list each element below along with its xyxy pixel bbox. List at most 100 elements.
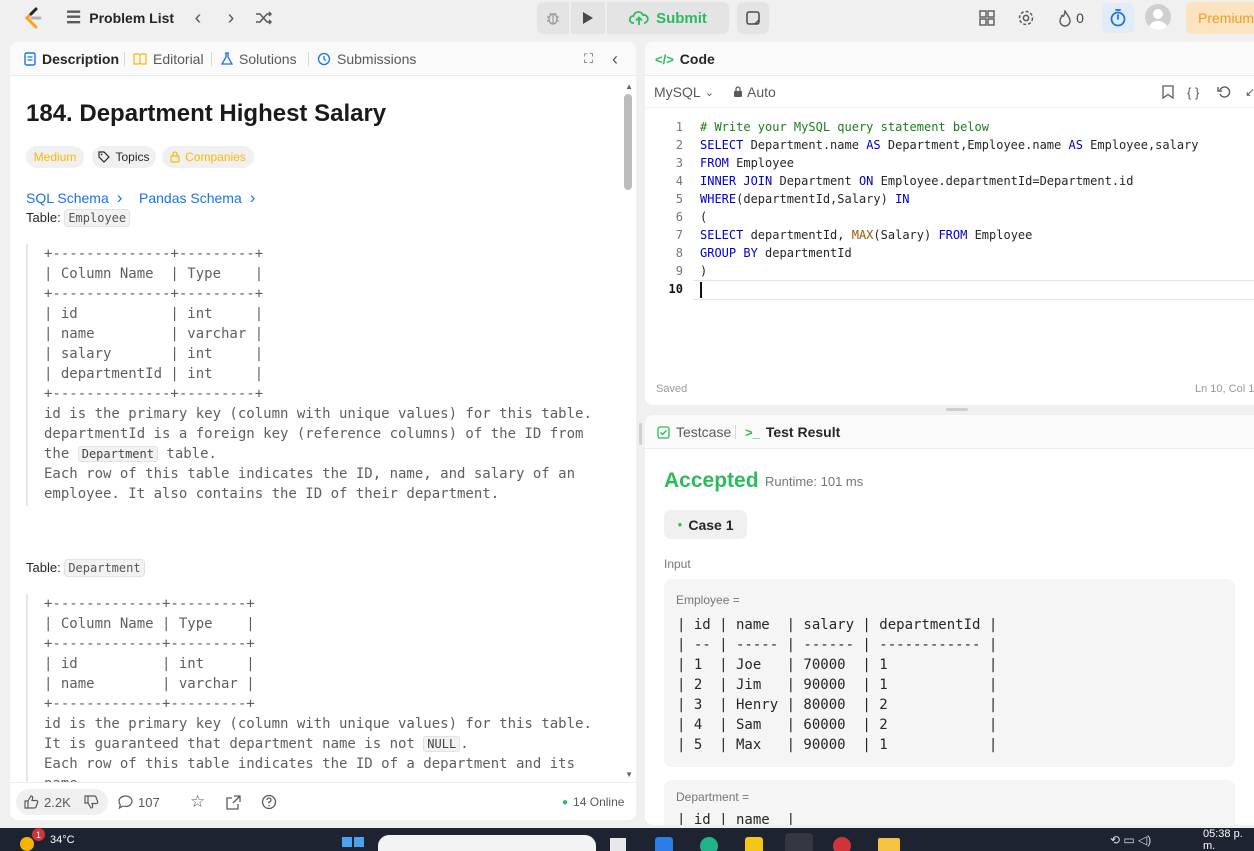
thumbs-up-icon: [24, 795, 39, 809]
online-count: ● 14 Online: [562, 795, 625, 809]
horizontal-resize-handle[interactable]: [639, 423, 642, 445]
collapse-chevron-icon[interactable]: ‹: [612, 42, 618, 76]
schema-line: | Column Name | Type |: [44, 266, 264, 282]
code-line: # Write your MySQL query statement below: [700, 120, 989, 134]
problem-list-label: Problem List: [89, 10, 175, 26]
tab-test-result[interactable]: >_ Test Result: [745, 415, 840, 449]
star-icon[interactable]: ☆: [190, 783, 205, 820]
debug-bug-icon[interactable]: [537, 2, 569, 34]
line-number: 8: [675, 246, 683, 260]
timer-stopwatch-icon[interactable]: [1102, 3, 1134, 33]
department-table-name: Department: [64, 559, 145, 577]
user-avatar[interactable]: [1145, 4, 1171, 30]
tab-testcase[interactable]: Testcase: [657, 415, 731, 449]
case-1-tab[interactable]: ● Case 1: [664, 510, 747, 539]
help-icon[interactable]: [261, 783, 277, 820]
next-problem-chevron-icon[interactable]: ›: [221, 6, 241, 30]
run-play-icon[interactable]: [571, 2, 605, 34]
comments-button[interactable]: 107: [118, 783, 160, 820]
code-tabbar: </> Code: [645, 42, 1254, 76]
problem-list-button[interactable]: ☰ Problem List: [66, 6, 174, 30]
tab-solutions[interactable]: Solutions: [221, 42, 297, 76]
line-number: 7: [675, 228, 683, 242]
input-label: Input: [664, 557, 691, 571]
topics-badge[interactable]: Topics: [92, 146, 156, 168]
schema-line: | name | varchar |: [44, 676, 255, 692]
sql-schema-link[interactable]: SQL Schema ›: [26, 188, 122, 208]
lock-icon: [170, 151, 180, 163]
tab-description[interactable]: Description: [24, 42, 119, 76]
table-row: | 2 | Jim | 90000 | 1 |: [677, 677, 998, 693]
leetcode-logo-icon[interactable]: [22, 6, 44, 30]
pandas-schema-link[interactable]: Pandas Schema ›: [139, 188, 255, 208]
vertical-resize-handle[interactable]: [946, 408, 968, 411]
comment-icon: [118, 795, 133, 809]
tab-code-label: Code: [679, 51, 715, 67]
notes-icon[interactable]: [737, 2, 769, 34]
pass-dot-icon: ●: [677, 520, 683, 529]
status-accepted: Accepted: [664, 469, 759, 492]
reset-undo-icon[interactable]: [1217, 76, 1231, 108]
layout-grid-icon[interactable]: [976, 6, 998, 30]
settings-gear-icon[interactable]: [1014, 6, 1038, 30]
tray-icons[interactable]: ⟲ ▭ ◁): [1110, 828, 1151, 851]
prev-problem-chevron-icon[interactable]: ‹: [188, 6, 208, 30]
tab-submissions[interactable]: Submissions: [317, 42, 416, 76]
submit-label: Submit: [656, 9, 707, 27]
tab-submissions-label: Submissions: [337, 51, 417, 67]
chevron-right-icon: ›: [249, 188, 256, 207]
auto-mode[interactable]: Auto: [733, 76, 776, 108]
schema-line: | name | varchar |: [44, 326, 264, 342]
search-box[interactable]: [378, 828, 596, 851]
code-line: SELECT Department.name AS Department,Emp…: [700, 138, 1199, 152]
like-button[interactable]: 2.2K: [24, 783, 71, 820]
scrollbar-thumb[interactable]: [624, 94, 632, 190]
pandas-schema-label: Pandas Schema: [139, 190, 242, 206]
expand-arrow-icon[interactable]: ↙: [1245, 76, 1254, 108]
code-line: SELECT departmentId, MAX(Salary) FROM Em…: [700, 228, 1033, 242]
code-line: ): [700, 264, 708, 278]
taskbar-app-icon[interactable]: [833, 828, 851, 851]
scroll-down-arrow-icon[interactable]: ▼: [625, 770, 633, 779]
format-braces-icon[interactable]: { }: [1187, 76, 1199, 108]
shuffle-icon[interactable]: [253, 6, 275, 30]
online-dot-icon: ●: [562, 796, 569, 808]
schema-line: +-------------+---------+: [44, 636, 255, 652]
code-brackets-icon: </>: [655, 51, 674, 67]
schema-note: departmentId is a foreign key (reference…: [44, 426, 584, 442]
submit-button[interactable]: Submit: [607, 2, 729, 34]
weather-sun-icon: [20, 836, 34, 851]
taskbar-app-icon[interactable]: [700, 828, 718, 851]
clock[interactable]: 05:38 p. m.: [1203, 828, 1254, 851]
bookmark-icon[interactable]: [1162, 76, 1174, 108]
weather-widget[interactable]: 1 34°C: [20, 828, 75, 851]
start-windows-icon[interactable]: [342, 828, 364, 851]
taskbar-app-icon[interactable]: [745, 828, 763, 851]
difficulty-badge[interactable]: Medium: [26, 146, 84, 168]
schema-line: | id | int |: [44, 656, 255, 672]
schema-note: id is the primary key (column with uniqu…: [44, 716, 592, 732]
scroll-up-arrow-icon[interactable]: ▲: [625, 82, 633, 91]
chrome-icon[interactable]: [785, 828, 813, 851]
schema-line: | Column Name | Type |: [44, 616, 255, 632]
employee-input-box: Employee = | id | name | salary | depart…: [664, 579, 1235, 767]
employee-table-name: Employee: [64, 209, 131, 227]
expand-icon[interactable]: ⛶: [584, 42, 593, 76]
result-tabbar: Testcase >_ Test Result: [645, 415, 1254, 449]
taskbar-app-icon[interactable]: [655, 828, 673, 851]
tab-editorial[interactable]: Editorial: [133, 42, 204, 76]
companies-badge[interactable]: Companies: [162, 146, 254, 168]
editor-statusbar: Saved Ln 10, Col 1: [645, 373, 1254, 405]
share-icon[interactable]: [226, 783, 241, 820]
premium-button[interactable]: Premium: [1186, 2, 1254, 34]
language-select[interactable]: MySQL ⌄: [654, 76, 714, 108]
schema-line: +--------------+---------+: [44, 246, 264, 262]
lock-icon: [734, 86, 742, 97]
taskbar-app-icon[interactable]: [610, 828, 626, 851]
line-number: 9: [675, 264, 683, 278]
department-schema-block: +-------------+---------+ | Column Name …: [26, 594, 596, 782]
file-explorer-icon[interactable]: [878, 828, 900, 851]
streak-counter[interactable]: 0: [1054, 6, 1088, 30]
tab-code[interactable]: </> Code: [655, 42, 715, 76]
dislike-button[interactable]: [84, 783, 99, 820]
